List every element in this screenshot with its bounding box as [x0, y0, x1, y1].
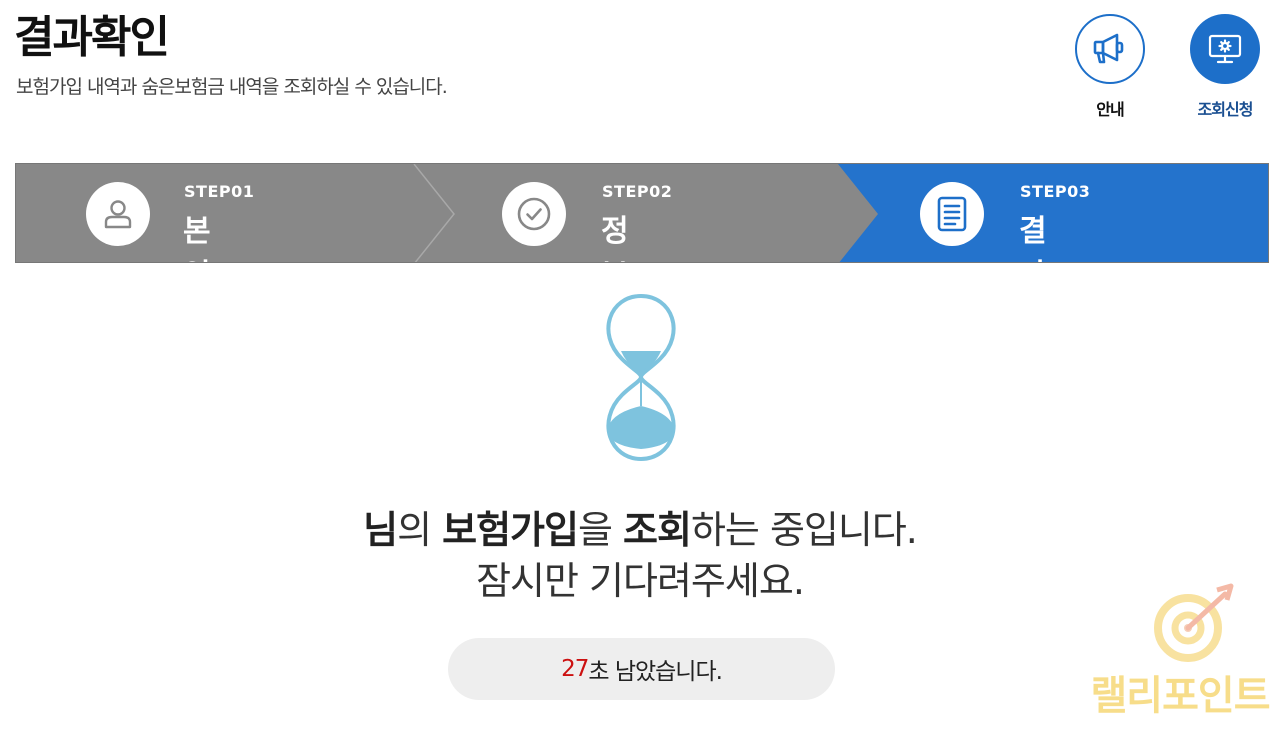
message-part-6: 하는 중입니다. — [690, 508, 918, 552]
document-icon — [920, 182, 984, 246]
watermark-text: 랠리포인트 — [1090, 673, 1271, 719]
page-subtitle: 보험가입 내역과 숨은보험금 내역을 조회하실 수 있습니다. — [16, 76, 448, 98]
message-part-5: 조회 — [623, 508, 692, 552]
monitor-icon — [1190, 14, 1260, 84]
countdown-badge: 27 초 남았습니다. — [448, 638, 835, 700]
step-2-number: STEP02 — [602, 182, 673, 201]
loading-message: 님의 보험가입을 조회하는 중입니다. — [0, 505, 1280, 555]
countdown-suffix: 초 남았습니다. — [588, 659, 723, 685]
step-1-name: 본인인증 — [183, 214, 211, 262]
message-part-3: 보험가입 — [442, 508, 579, 552]
message-part-1: 님 — [363, 508, 398, 552]
apply-button[interactable]: 조회신청 — [1185, 14, 1265, 120]
guide-label: 안내 — [1096, 100, 1124, 119]
step-1-number: STEP01 — [184, 182, 255, 201]
message-part-4: 을 — [577, 508, 624, 552]
message-part-2: 의 — [397, 508, 443, 552]
watermark: 랠리포인트 — [1085, 578, 1275, 723]
countdown-seconds: 27 — [561, 656, 589, 682]
megaphone-icon — [1075, 14, 1145, 84]
guide-button[interactable]: 안내 — [1070, 14, 1150, 120]
apply-label: 조회신청 — [1197, 100, 1254, 119]
step-3-number: STEP03 — [1020, 182, 1091, 201]
hourglass-icon — [606, 294, 676, 461]
user-icon — [86, 182, 150, 246]
check-circle-icon — [502, 182, 566, 246]
step-3-name: 결과확인 — [1019, 214, 1047, 262]
step-progress: STEP01 본인인증 STEP02 정보동의 STEP03 결과확인 — [15, 163, 1269, 263]
page-title: 결과확인 — [14, 12, 170, 63]
step-2-name: 정보동의 — [601, 214, 629, 262]
